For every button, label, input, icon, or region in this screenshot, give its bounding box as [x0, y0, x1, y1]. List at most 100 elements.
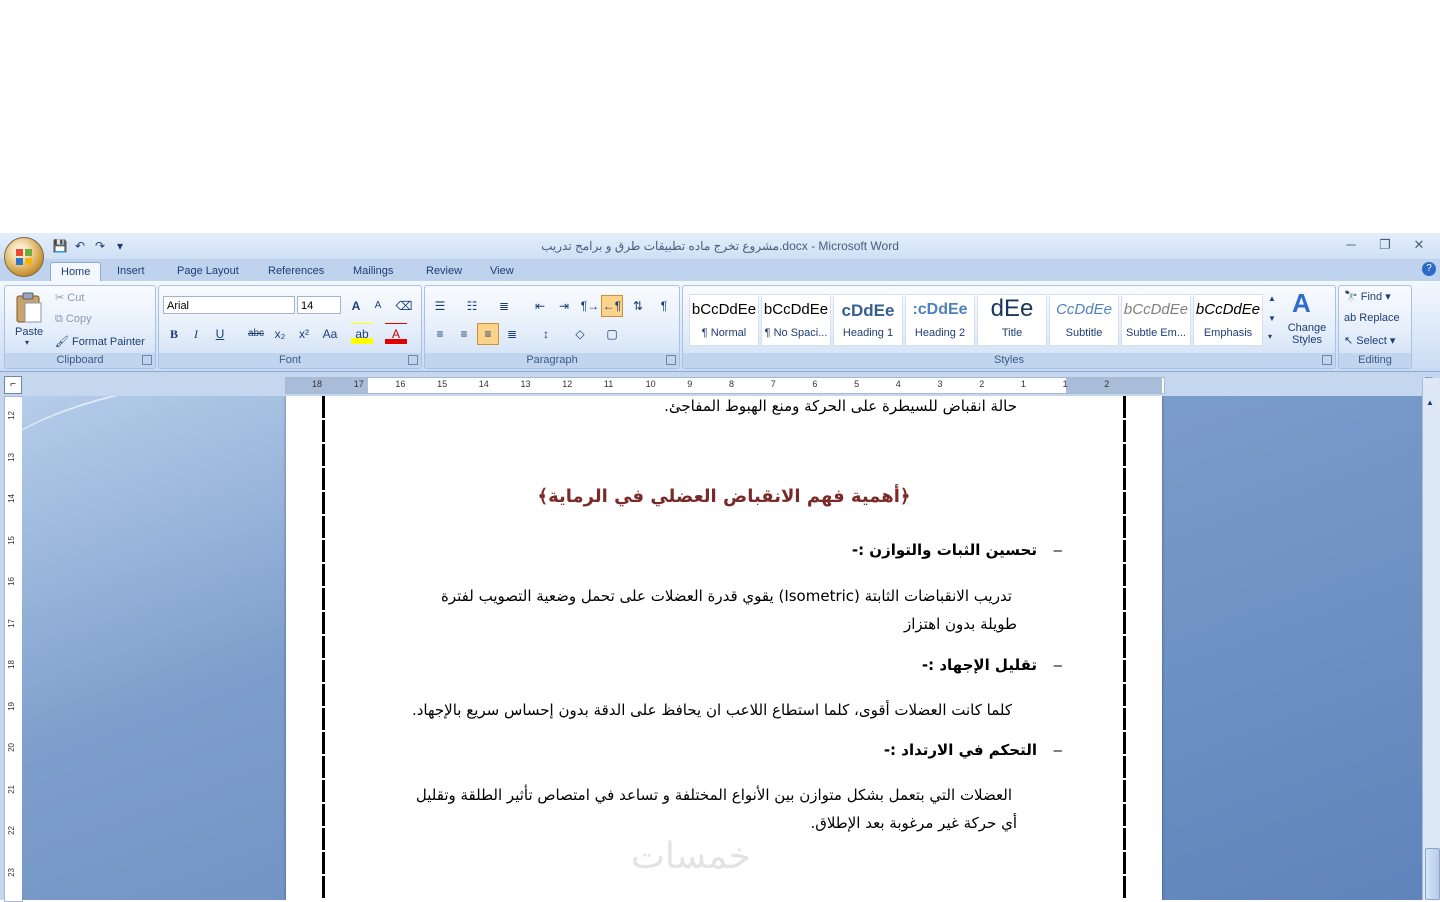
vertical-scrollbar[interactable]: ▲ — [1422, 378, 1440, 900]
styles-group: bCcDdEe ¶ Normal bCcDdEe ¶ No Spaci... c… — [682, 285, 1336, 369]
ruler-number: 4 — [895, 379, 901, 389]
paste-icon[interactable] — [14, 292, 44, 324]
style-subtle-emphasis[interactable]: bCcDdEe Subtle Em... — [1121, 294, 1191, 346]
close-button[interactable]: ✕ — [1404, 236, 1434, 254]
tab-selector-icon[interactable]: ⌐ — [4, 376, 22, 394]
align-left-icon[interactable]: ≡ — [429, 323, 451, 345]
style-subtitle[interactable]: CcDdEe Subtitle — [1049, 294, 1119, 346]
styles-launcher-icon[interactable] — [1322, 355, 1332, 365]
strikethrough-icon[interactable]: abc — [245, 323, 267, 345]
show-marks-icon[interactable]: ¶ — [653, 295, 675, 317]
ltr-direction-icon[interactable]: ¶→ — [579, 295, 601, 317]
decrease-indent-icon[interactable]: ⇤ — [529, 295, 551, 317]
cut-button[interactable]: ✂ Cut — [55, 291, 84, 304]
ruler-number: 5 — [854, 379, 860, 389]
tab-page-layout[interactable]: Page Layout — [167, 262, 249, 281]
document-page[interactable]: حالة انقباض للسيطرة على الحركة ومنع الهب… — [286, 396, 1162, 900]
font-color-icon[interactable]: A — [385, 323, 407, 345]
clear-formatting-icon[interactable]: ⌫ — [393, 295, 415, 317]
style-name: Subtle Em... — [1126, 327, 1186, 339]
line-spacing-icon[interactable]: ↕ — [535, 323, 557, 345]
tab-insert[interactable]: Insert — [107, 262, 155, 281]
bold-icon[interactable]: B — [163, 323, 185, 345]
multilevel-list-icon[interactable]: ≣ — [493, 295, 515, 317]
change-case-icon[interactable]: Aa — [319, 323, 341, 345]
increase-indent-icon[interactable]: ⇥ — [553, 295, 575, 317]
rtl-direction-icon[interactable]: ←¶ — [601, 295, 623, 317]
paragraph-stability-line2: طويلة بدون اهتزاز — [903, 615, 1017, 633]
office-button[interactable] — [4, 237, 44, 277]
font-size-input[interactable]: 14 — [297, 296, 341, 314]
styles-more-icon[interactable]: ▾ — [1268, 332, 1272, 341]
align-right-icon[interactable]: ≡ — [477, 323, 499, 345]
vertical-ruler-number: 15 — [7, 535, 16, 545]
numbering-icon[interactable]: ☷ — [461, 295, 483, 317]
style-sample: :cDdEe — [912, 301, 968, 318]
copy-button[interactable]: ⧉ Copy — [55, 313, 92, 326]
clipboard-group: Paste ▾ ✂ Cut ⧉ Copy 🖌 Format Painter Cl… — [4, 285, 156, 369]
change-styles-icon[interactable]: A — [1292, 288, 1311, 319]
scroll-up-icon[interactable]: ▲ — [1426, 398, 1434, 407]
paste-button[interactable]: Paste — [15, 326, 43, 338]
bullets-icon[interactable]: ☰ — [429, 295, 451, 317]
vertical-ruler-number: 20 — [7, 743, 16, 752]
watermark-logo: خمسات — [631, 836, 752, 877]
scrollbar-thumb[interactable] — [1425, 848, 1440, 900]
superscript-icon[interactable]: x² — [293, 323, 315, 345]
copy-label: Copy — [65, 313, 92, 325]
style-sample: bCcDdEe — [1195, 301, 1261, 318]
style-emphasis[interactable]: bCcDdEe Emphasis — [1193, 294, 1263, 346]
tab-mailings[interactable]: Mailings — [343, 262, 403, 281]
style-heading-2[interactable]: :cDdEe Heading 2 — [905, 294, 975, 346]
align-center-icon[interactable]: ≡ — [453, 323, 475, 345]
underline-icon[interactable]: U — [209, 323, 231, 345]
style-heading-1[interactable]: cDdEe Heading 1 — [833, 294, 903, 346]
paste-dropdown-icon[interactable]: ▾ — [25, 338, 29, 347]
document-heading: ﴿أهمية فهم الانقباض العضلي في الرماية﴾ — [537, 486, 911, 507]
help-icon[interactable]: ? — [1422, 262, 1436, 276]
justify-icon[interactable]: ≣ — [501, 323, 523, 345]
change-styles-button[interactable]: Change Styles — [1285, 322, 1329, 346]
vertical-ruler-number: 19 — [7, 701, 16, 711]
ruler-number: 16 — [395, 379, 406, 389]
clipboard-launcher-icon[interactable] — [142, 355, 152, 365]
shrink-font-icon[interactable]: A — [367, 295, 389, 317]
font-launcher-icon[interactable] — [408, 355, 418, 365]
style-title[interactable]: dEe Title — [977, 294, 1047, 346]
sort-icon[interactable]: ⇅ — [627, 295, 649, 317]
style-sample: dEe — [990, 295, 1034, 322]
replace-button[interactable]: ab Replace — [1344, 312, 1400, 324]
select-label: Select — [1356, 335, 1387, 347]
ruler-number: 18 — [312, 379, 323, 389]
bullet-fatigue: تقليل الإجهاد :- — [921, 656, 1037, 674]
horizontal-ruler[interactable]: 18 17 16 15 14 13 12 11 10 9 8 7 6 5 4 3 2 1 1 2 — [285, 377, 1165, 394]
styles-scroll-up-icon[interactable]: ▲ — [1268, 294, 1276, 303]
subscript-icon[interactable]: x₂ — [269, 323, 291, 345]
ruler-number: 13 — [520, 379, 531, 389]
format-painter-button[interactable]: 🖌 Format Painter — [55, 335, 145, 348]
select-button[interactable]: ↖ Select ▾ — [1344, 334, 1395, 347]
paragraph-launcher-icon[interactable] — [666, 355, 676, 365]
ruler-number: 17 — [353, 379, 364, 389]
vertical-ruler-number: 21 — [7, 784, 16, 794]
shading-icon[interactable]: ◇ — [569, 323, 591, 345]
font-name-input[interactable]: Arial — [163, 296, 295, 314]
tab-home[interactable]: Home — [50, 262, 102, 282]
ruler-number: 7 — [770, 379, 776, 389]
minimize-button[interactable]: ─ — [1336, 236, 1366, 254]
ruler-number: 9 — [687, 379, 693, 389]
find-button[interactable]: 🔭 Find ▾ — [1344, 290, 1391, 303]
tab-review[interactable]: Review — [416, 262, 472, 281]
tab-view[interactable]: View — [480, 262, 524, 281]
tab-references[interactable]: References — [258, 262, 334, 281]
ruler-number: 3 — [937, 379, 943, 389]
italic-icon[interactable]: I — [185, 323, 207, 345]
style-no-spacing[interactable]: bCcDdEe ¶ No Spaci... — [761, 294, 831, 346]
restore-button[interactable]: ❐ — [1370, 236, 1400, 254]
style-name: Emphasis — [1203, 327, 1253, 339]
highlight-icon[interactable]: ab — [351, 323, 373, 345]
styles-scroll-down-icon[interactable]: ▼ — [1268, 314, 1276, 323]
style-normal[interactable]: bCcDdEe ¶ Normal — [689, 294, 759, 346]
grow-font-icon[interactable]: A — [345, 295, 367, 317]
borders-icon[interactable]: ▢ — [601, 323, 623, 345]
